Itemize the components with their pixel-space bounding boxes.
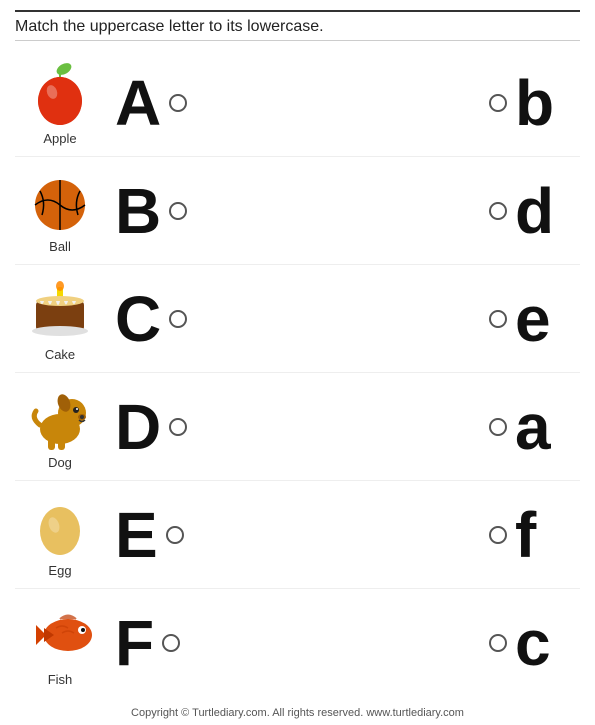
lower-e: e bbox=[515, 287, 570, 351]
title-bar: Match the uppercase letter to its lowerc… bbox=[15, 10, 580, 41]
letter-C: C bbox=[115, 287, 161, 351]
row-fish: Fish F c bbox=[15, 589, 580, 697]
radio-C[interactable] bbox=[169, 310, 187, 328]
right-pair-e: e bbox=[460, 287, 580, 351]
upper-letter-B: B bbox=[105, 179, 215, 243]
footer-text: Copyright © Turtlediary.com. All rights … bbox=[131, 707, 464, 719]
radio-d[interactable] bbox=[489, 202, 507, 220]
row-cake: Cake C e bbox=[15, 265, 580, 373]
row-egg: Egg E f bbox=[15, 481, 580, 589]
footer: Copyright © Turtlediary.com. All rights … bbox=[0, 707, 595, 719]
right-pair-f: f bbox=[460, 503, 580, 567]
right-pair-c: c bbox=[460, 611, 580, 675]
item-image-dog: Dog bbox=[15, 383, 105, 470]
radio-E[interactable] bbox=[166, 526, 184, 544]
item-image-ball: Ball bbox=[15, 167, 105, 254]
radio-e[interactable] bbox=[489, 310, 507, 328]
row-apple: Apple A b bbox=[15, 49, 580, 157]
right-pair-a: a bbox=[460, 395, 580, 459]
lower-b: b bbox=[515, 71, 570, 135]
radio-f[interactable] bbox=[489, 526, 507, 544]
item-label-egg: Egg bbox=[48, 563, 71, 578]
letter-A: A bbox=[115, 71, 161, 135]
item-image-apple: Apple bbox=[15, 59, 105, 146]
item-image-cake: Cake bbox=[15, 275, 105, 362]
radio-a[interactable] bbox=[489, 418, 507, 436]
letter-F: F bbox=[115, 611, 154, 675]
upper-letter-E: E bbox=[105, 503, 215, 567]
item-image-egg: Egg bbox=[15, 491, 105, 578]
upper-letter-F: F bbox=[105, 611, 215, 675]
ball-icon bbox=[26, 167, 94, 235]
dog-icon bbox=[26, 383, 94, 451]
right-pair-b: b bbox=[460, 71, 580, 135]
rows-container: Apple A b B bbox=[15, 49, 580, 697]
item-label-dog: Dog bbox=[48, 455, 72, 470]
item-image-fish: Fish bbox=[15, 600, 105, 687]
page-title: Match the uppercase letter to its lowerc… bbox=[15, 18, 324, 35]
lower-a: a bbox=[515, 395, 570, 459]
letter-D: D bbox=[115, 395, 161, 459]
item-label-apple: Apple bbox=[43, 131, 76, 146]
radio-A[interactable] bbox=[169, 94, 187, 112]
letter-B: B bbox=[115, 179, 161, 243]
item-label-ball: Ball bbox=[49, 239, 71, 254]
upper-letter-D: D bbox=[105, 395, 215, 459]
fish-icon bbox=[26, 600, 94, 668]
right-pair-d: d bbox=[460, 179, 580, 243]
egg-icon bbox=[26, 491, 94, 559]
radio-c[interactable] bbox=[489, 634, 507, 652]
lower-c: c bbox=[515, 611, 570, 675]
radio-b[interactable] bbox=[489, 94, 507, 112]
radio-B[interactable] bbox=[169, 202, 187, 220]
radio-F[interactable] bbox=[162, 634, 180, 652]
cake-icon bbox=[26, 275, 94, 343]
page: Match the uppercase letter to its lowerc… bbox=[0, 0, 595, 725]
row-ball: Ball B d bbox=[15, 157, 580, 265]
item-label-cake: Cake bbox=[45, 347, 75, 362]
upper-letter-C: C bbox=[105, 287, 215, 351]
lower-d: d bbox=[515, 179, 570, 243]
lower-f: f bbox=[515, 503, 570, 567]
letter-E: E bbox=[115, 503, 158, 567]
upper-letter-A: A bbox=[105, 71, 215, 135]
radio-D[interactable] bbox=[169, 418, 187, 436]
item-label-fish: Fish bbox=[48, 672, 73, 687]
row-dog: Dog D a bbox=[15, 373, 580, 481]
apple-icon bbox=[26, 59, 94, 127]
